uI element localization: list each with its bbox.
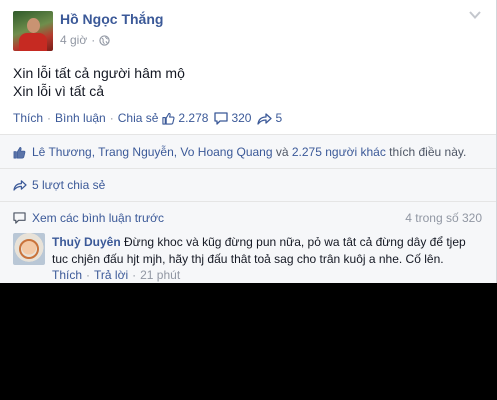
author-avatar[interactable]	[13, 11, 53, 51]
share-button[interactable]: Chia sẻ	[118, 111, 159, 125]
shares-summary[interactable]: 5 lượt chia sẻ	[13, 178, 105, 192]
thumbs-up-icon	[162, 112, 175, 125]
likers-names[interactable]: Lê Thương, Trang Nguyễn, Vo Hoang Quang	[32, 145, 273, 159]
like-count-stat[interactable]: 2.278	[162, 111, 208, 125]
divider	[0, 168, 496, 169]
message-line: Xin lỗi vì tất cả	[13, 83, 105, 99]
comment-icon	[13, 212, 26, 224]
likes-and-text: và	[272, 145, 292, 159]
view-previous-comments[interactable]: Xem các bình luận trước	[13, 211, 164, 225]
view-previous-comments-link[interactable]: Xem các bình luận trước	[32, 211, 164, 225]
comment-action-separator: ·	[132, 268, 137, 282]
post-card: Hồ Ngọc Thắng 4 giờ · Xin lỗi tất cả ngư…	[0, 0, 497, 283]
comment-like-button[interactable]: Thích	[52, 268, 82, 282]
comment-count-text: 4 trong số 320	[405, 211, 482, 225]
likes-summary: Lê Thương, Trang Nguyễn, Vo Hoang Quang …	[13, 145, 466, 159]
comment-body: Thuỳ Duyên Đừng khoc và kũg đừng pun nữa…	[52, 234, 484, 268]
share-arrow-icon	[13, 180, 27, 191]
comment-button[interactable]: Bình luận	[55, 111, 106, 125]
likes-suffix: thích điều này.	[385, 145, 467, 159]
like-button[interactable]: Thích	[13, 111, 43, 125]
author-name[interactable]: Hồ Ngọc Thắng	[60, 11, 163, 27]
comment-actions: Thích · Trả lời · 21 phút	[52, 268, 180, 282]
comment-action-separator: ·	[86, 268, 91, 282]
post-meta: 4 giờ ·	[60, 33, 110, 47]
post-timestamp[interactable]: 4 giờ	[60, 33, 87, 47]
comment-reply-button[interactable]: Trả lời	[94, 268, 128, 282]
commenter-avatar[interactable]	[13, 233, 45, 265]
shares-link[interactable]: 5 lượt chia sẻ	[32, 178, 105, 192]
action-separator: ·	[109, 111, 114, 125]
globe-icon[interactable]	[99, 34, 110, 46]
message-line: Xin lỗi tất cả người hâm mộ	[13, 65, 185, 81]
thumbs-up-icon	[13, 146, 26, 158]
share-count-stat[interactable]: 5	[257, 111, 282, 125]
share-count: 5	[275, 111, 283, 125]
comment-count: 320	[231, 111, 252, 125]
post-message: Xin lỗi tất cả người hâm mộ Xin lỗi vì t…	[13, 64, 185, 100]
comment-timestamp[interactable]: 21 phút	[140, 268, 180, 282]
comment-icon	[214, 111, 229, 125]
action-separator: ·	[47, 111, 52, 125]
post-action-bar: Thích · Bình luận · Chia sẻ 2.278 320 5	[13, 111, 282, 125]
like-count: 2.278	[178, 111, 209, 125]
comment-count-stat[interactable]: 320	[214, 111, 251, 125]
commenter-name[interactable]: Thuỳ Duyên	[52, 235, 121, 249]
meta-separator: ·	[91, 33, 96, 47]
others-likers-link[interactable]: 2.275 người khác	[292, 145, 386, 159]
share-arrow-icon	[257, 112, 273, 125]
divider	[0, 201, 496, 202]
chevron-down-icon[interactable]	[468, 9, 482, 21]
